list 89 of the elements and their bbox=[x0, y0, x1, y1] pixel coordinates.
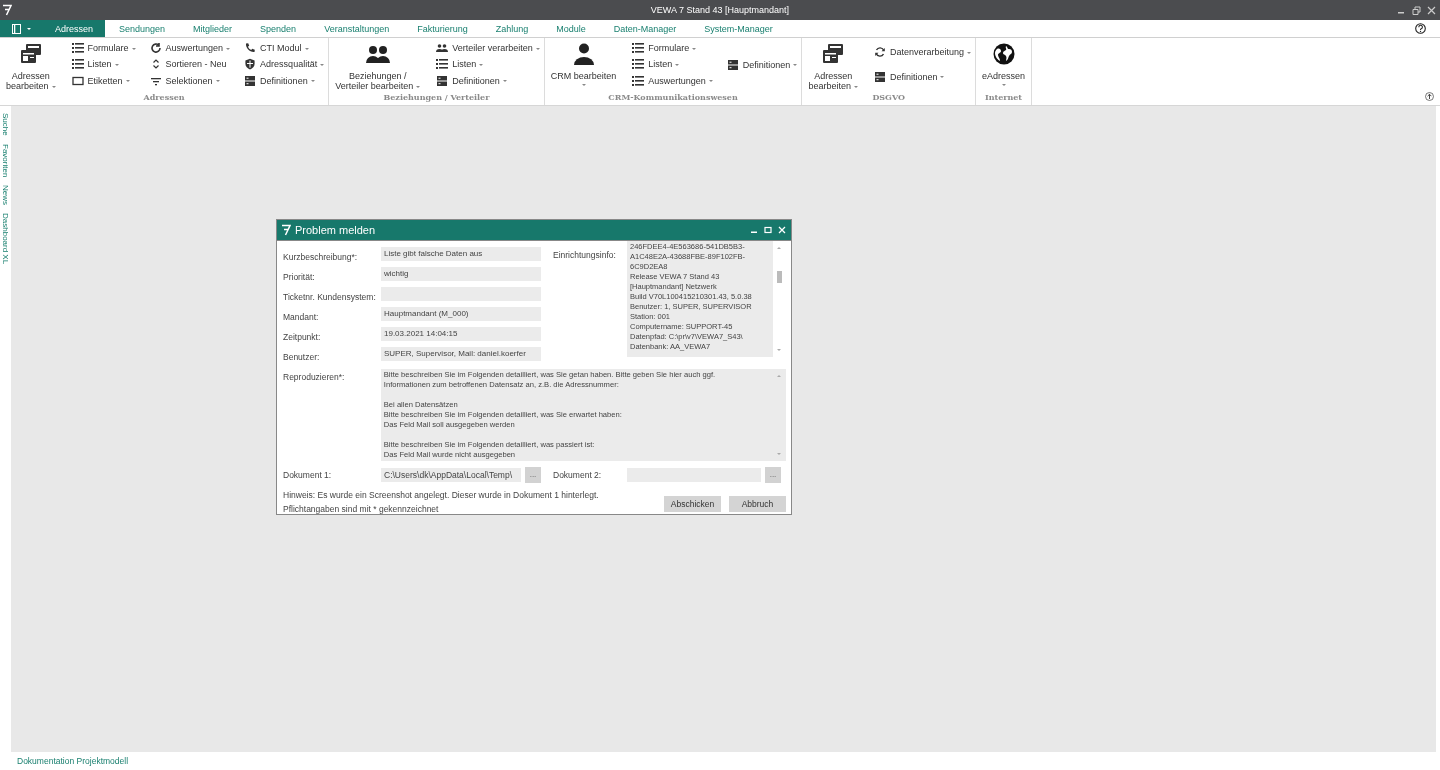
footer-link[interactable]: Dokumentation Projektmodell bbox=[17, 756, 129, 766]
field-label: Einrichtungsinfo: bbox=[553, 250, 617, 260]
browse-button[interactable]: ... bbox=[525, 467, 541, 483]
group-label: Internet bbox=[984, 91, 1023, 104]
ribbon-button[interactable]: Auswertungen bbox=[149, 40, 231, 56]
ribbon-button[interactable]: Definitionen bbox=[436, 73, 540, 89]
ribbon-button[interactable]: CRM bearbeiten bbox=[548, 38, 619, 91]
help-icon[interactable] bbox=[1415, 23, 1426, 34]
group-label: CRM-Kommunikationswesen bbox=[608, 91, 738, 104]
label-icon bbox=[71, 74, 84, 87]
people-icon bbox=[436, 42, 449, 55]
field-label: Dokument 2: bbox=[553, 470, 603, 480]
refresh-icon bbox=[149, 42, 162, 55]
ribbon-button[interactable]: eAdressen bbox=[980, 38, 1027, 91]
server-icon bbox=[726, 58, 739, 71]
input-field[interactable]: Liste gibt falsche Daten aus bbox=[381, 247, 541, 261]
maximize-icon[interactable] bbox=[764, 226, 772, 234]
list-icon bbox=[632, 74, 645, 87]
ribbon-button[interactable]: Formulare bbox=[71, 40, 136, 56]
ribbon-button[interactable]: Listen bbox=[436, 57, 540, 72]
input-field[interactable]: wichtig bbox=[381, 267, 541, 281]
caret-icon bbox=[27, 27, 31, 30]
logo-icon bbox=[281, 223, 291, 237]
globe-icon bbox=[991, 42, 1016, 66]
field-label: Ticketnr. Kundensystem: bbox=[283, 292, 377, 302]
field-label: Zeitpunkt: bbox=[283, 332, 322, 342]
logo-icon bbox=[2, 3, 12, 17]
collapse-ribbon-icon[interactable] bbox=[1425, 92, 1434, 101]
field-label: Benutzer: bbox=[283, 352, 321, 362]
server-icon bbox=[873, 70, 886, 83]
scrollbar[interactable] bbox=[772, 369, 786, 461]
input-field[interactable]: SUPER, Supervisor, Mail: daniel.koerfer bbox=[381, 347, 541, 361]
browse-button[interactable]: ... bbox=[765, 467, 781, 483]
field-label: Reproduzieren*: bbox=[283, 372, 346, 382]
ribbon-button[interactable]: Sortieren - Neu bbox=[149, 57, 231, 72]
window-title: VEWA 7 Stand 43 [Hauptmandant] bbox=[650, 4, 790, 17]
list-icon bbox=[632, 58, 645, 71]
ribbon-button[interactable]: Etiketten bbox=[71, 73, 136, 89]
person-icon bbox=[571, 42, 596, 66]
side-tab[interactable]: Dashboard XL bbox=[0, 213, 11, 265]
group-label: Beziehungen / Verteiler bbox=[383, 91, 490, 104]
ribbon-button[interactable]: Definitionen bbox=[873, 69, 971, 85]
phone-icon bbox=[244, 42, 257, 55]
book-icon bbox=[12, 23, 21, 34]
app-menu-button[interactable] bbox=[0, 20, 43, 37]
ribbon-button[interactable]: Verteiler verarbeiten bbox=[436, 40, 540, 56]
hint-text: Pflichtangaben sind mit * gekennzeichnet bbox=[283, 504, 440, 514]
ribbon-button[interactable]: Definitionen bbox=[244, 73, 325, 89]
ribbon-button[interactable]: Datenverarbeitung bbox=[873, 44, 971, 60]
list-icon bbox=[632, 42, 645, 55]
field-label: Dokument 1: bbox=[283, 470, 333, 480]
ribbon-button[interactable]: Beziehungen / Verteiler bearbeiten bbox=[333, 38, 423, 91]
address-card-icon bbox=[18, 42, 43, 66]
side-tab[interactable]: Favoriten bbox=[0, 143, 11, 178]
restore-icon[interactable] bbox=[1412, 5, 1421, 15]
ribbon-button[interactable]: Listen bbox=[71, 57, 136, 72]
server-icon bbox=[244, 74, 257, 87]
hint-text: Hinweis: Es wurde ein Screenshot angelegt. Dieser wurde in Dokument 1 hinterlegt. bbox=[283, 490, 599, 500]
ribbon-button[interactable]: Selektionen bbox=[149, 73, 231, 89]
dialog-title: Problem melden bbox=[295, 224, 376, 236]
list-icon bbox=[436, 58, 449, 71]
list-icon bbox=[71, 58, 84, 71]
side-tab[interactable]: News bbox=[0, 185, 11, 206]
input-field[interactable]: Hauptmandant (M_000) bbox=[381, 307, 541, 321]
sync-icon bbox=[873, 46, 886, 59]
close-icon[interactable] bbox=[1427, 5, 1436, 15]
ribbon-button[interactable]: Adressen bearbeiten bbox=[806, 38, 860, 91]
ribbon-button[interactable]: Adressqualität bbox=[244, 57, 325, 72]
field-label: Mandant: bbox=[283, 312, 320, 322]
input-field[interactable]: 19.03.2021 14:04:15 bbox=[381, 327, 541, 341]
address-card-icon bbox=[821, 42, 846, 66]
ribbon-tab[interactable]: Adressen bbox=[43, 20, 106, 37]
list-icon bbox=[71, 42, 84, 55]
ribbon-button[interactable]: Definitionen bbox=[726, 57, 798, 72]
field-label: Priorität: bbox=[283, 272, 316, 282]
server-icon bbox=[436, 74, 449, 87]
dialog-button[interactable]: Abschicken bbox=[664, 496, 721, 512]
ribbon-button[interactable]: Auswertungen bbox=[632, 73, 713, 89]
group-label: DSGVO bbox=[872, 91, 905, 104]
input-field[interactable]: C:\Users\dk\AppData\Local\Temp\ bbox=[381, 468, 521, 482]
ribbon-button[interactable]: CTI Modul bbox=[244, 40, 325, 56]
shield-icon bbox=[244, 58, 257, 71]
field-label: Kurzbeschreibung*: bbox=[283, 252, 359, 262]
ribbon-button[interactable]: Adressen bearbeiten bbox=[4, 38, 58, 91]
dialog-button[interactable]: Abbruch bbox=[729, 496, 786, 512]
ribbon-button[interactable]: Listen bbox=[632, 57, 713, 72]
group-label: Adressen bbox=[143, 91, 185, 104]
ribbon-button[interactable]: Formulare bbox=[632, 40, 713, 56]
side-tab[interactable]: Suche bbox=[0, 113, 11, 136]
